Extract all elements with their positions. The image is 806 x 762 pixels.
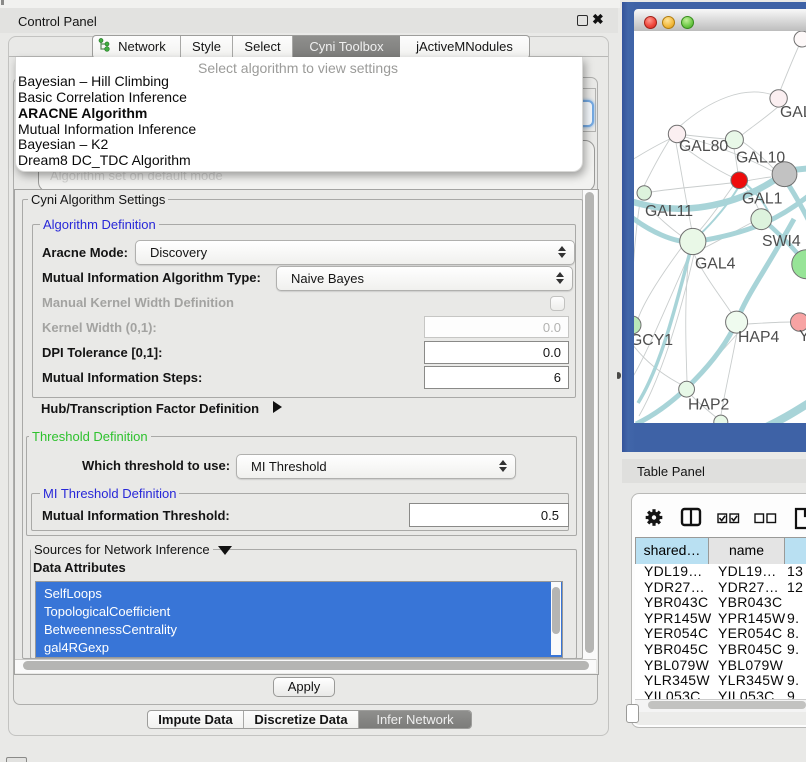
svg-text:GAL11: GAL11 <box>645 203 693 220</box>
svg-text:GAL: GAL <box>780 104 806 121</box>
svg-text:GAL10: GAL10 <box>736 150 785 167</box>
svg-text:GAL1: GAL1 <box>742 191 783 208</box>
svg-text:Y: Y <box>799 328 806 345</box>
svg-text:HAP4: HAP4 <box>738 329 779 346</box>
svg-text:GAL80: GAL80 <box>679 138 728 155</box>
svg-text:GAL4: GAL4 <box>695 255 736 272</box>
svg-text:GCY1: GCY1 <box>634 332 673 349</box>
svg-text:SWI4: SWI4 <box>762 233 801 250</box>
svg-text:HAP2: HAP2 <box>688 397 729 414</box>
